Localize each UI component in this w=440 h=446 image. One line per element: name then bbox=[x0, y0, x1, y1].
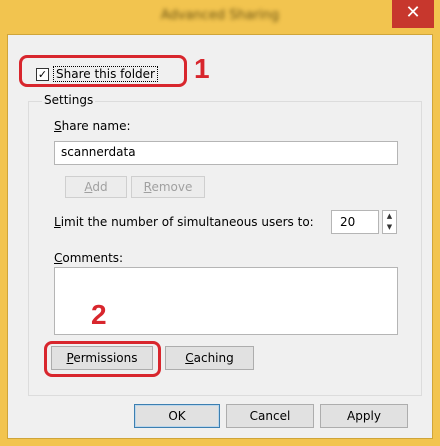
ok-button[interactable]: OK bbox=[134, 404, 220, 428]
step1-highlight bbox=[19, 55, 187, 87]
spin-up-icon[interactable]: ▲ bbox=[383, 211, 396, 222]
limit-users-label: Limit the number of simultaneous users t… bbox=[54, 215, 314, 229]
add-button[interactable]: Add bbox=[65, 176, 127, 198]
close-button[interactable]: ✕ bbox=[392, 0, 434, 28]
share-name-input[interactable]: scannerdata bbox=[54, 141, 398, 165]
advanced-sharing-window: Advanced Sharing ✕ ✓ Share this folder 1… bbox=[0, 0, 440, 446]
remove-button[interactable]: Remove bbox=[131, 176, 205, 198]
comments-label: Comments: bbox=[54, 251, 124, 265]
cancel-button[interactable]: Cancel bbox=[226, 404, 314, 428]
share-name-label: Share name: bbox=[54, 119, 131, 133]
close-icon: ✕ bbox=[405, 2, 421, 23]
step2-highlight bbox=[44, 341, 161, 377]
settings-group-title: Settings bbox=[42, 93, 96, 107]
window-title: Advanced Sharing bbox=[160, 8, 280, 23]
spin-down-icon[interactable]: ▼ bbox=[383, 222, 396, 233]
dialog-client-area: ✓ Share this folder 1 Settings Share nam… bbox=[7, 34, 433, 439]
title-bar[interactable]: Advanced Sharing ✕ bbox=[0, 0, 440, 34]
limit-users-input[interactable]: 20 bbox=[331, 210, 379, 234]
limit-users-spinner[interactable]: ▲ ▼ bbox=[382, 210, 397, 234]
caching-button[interactable]: Caching bbox=[165, 346, 254, 370]
apply-button[interactable]: Apply bbox=[320, 404, 408, 428]
step2-number: 2 bbox=[91, 299, 107, 330]
step1-number: 1 bbox=[194, 53, 210, 84]
